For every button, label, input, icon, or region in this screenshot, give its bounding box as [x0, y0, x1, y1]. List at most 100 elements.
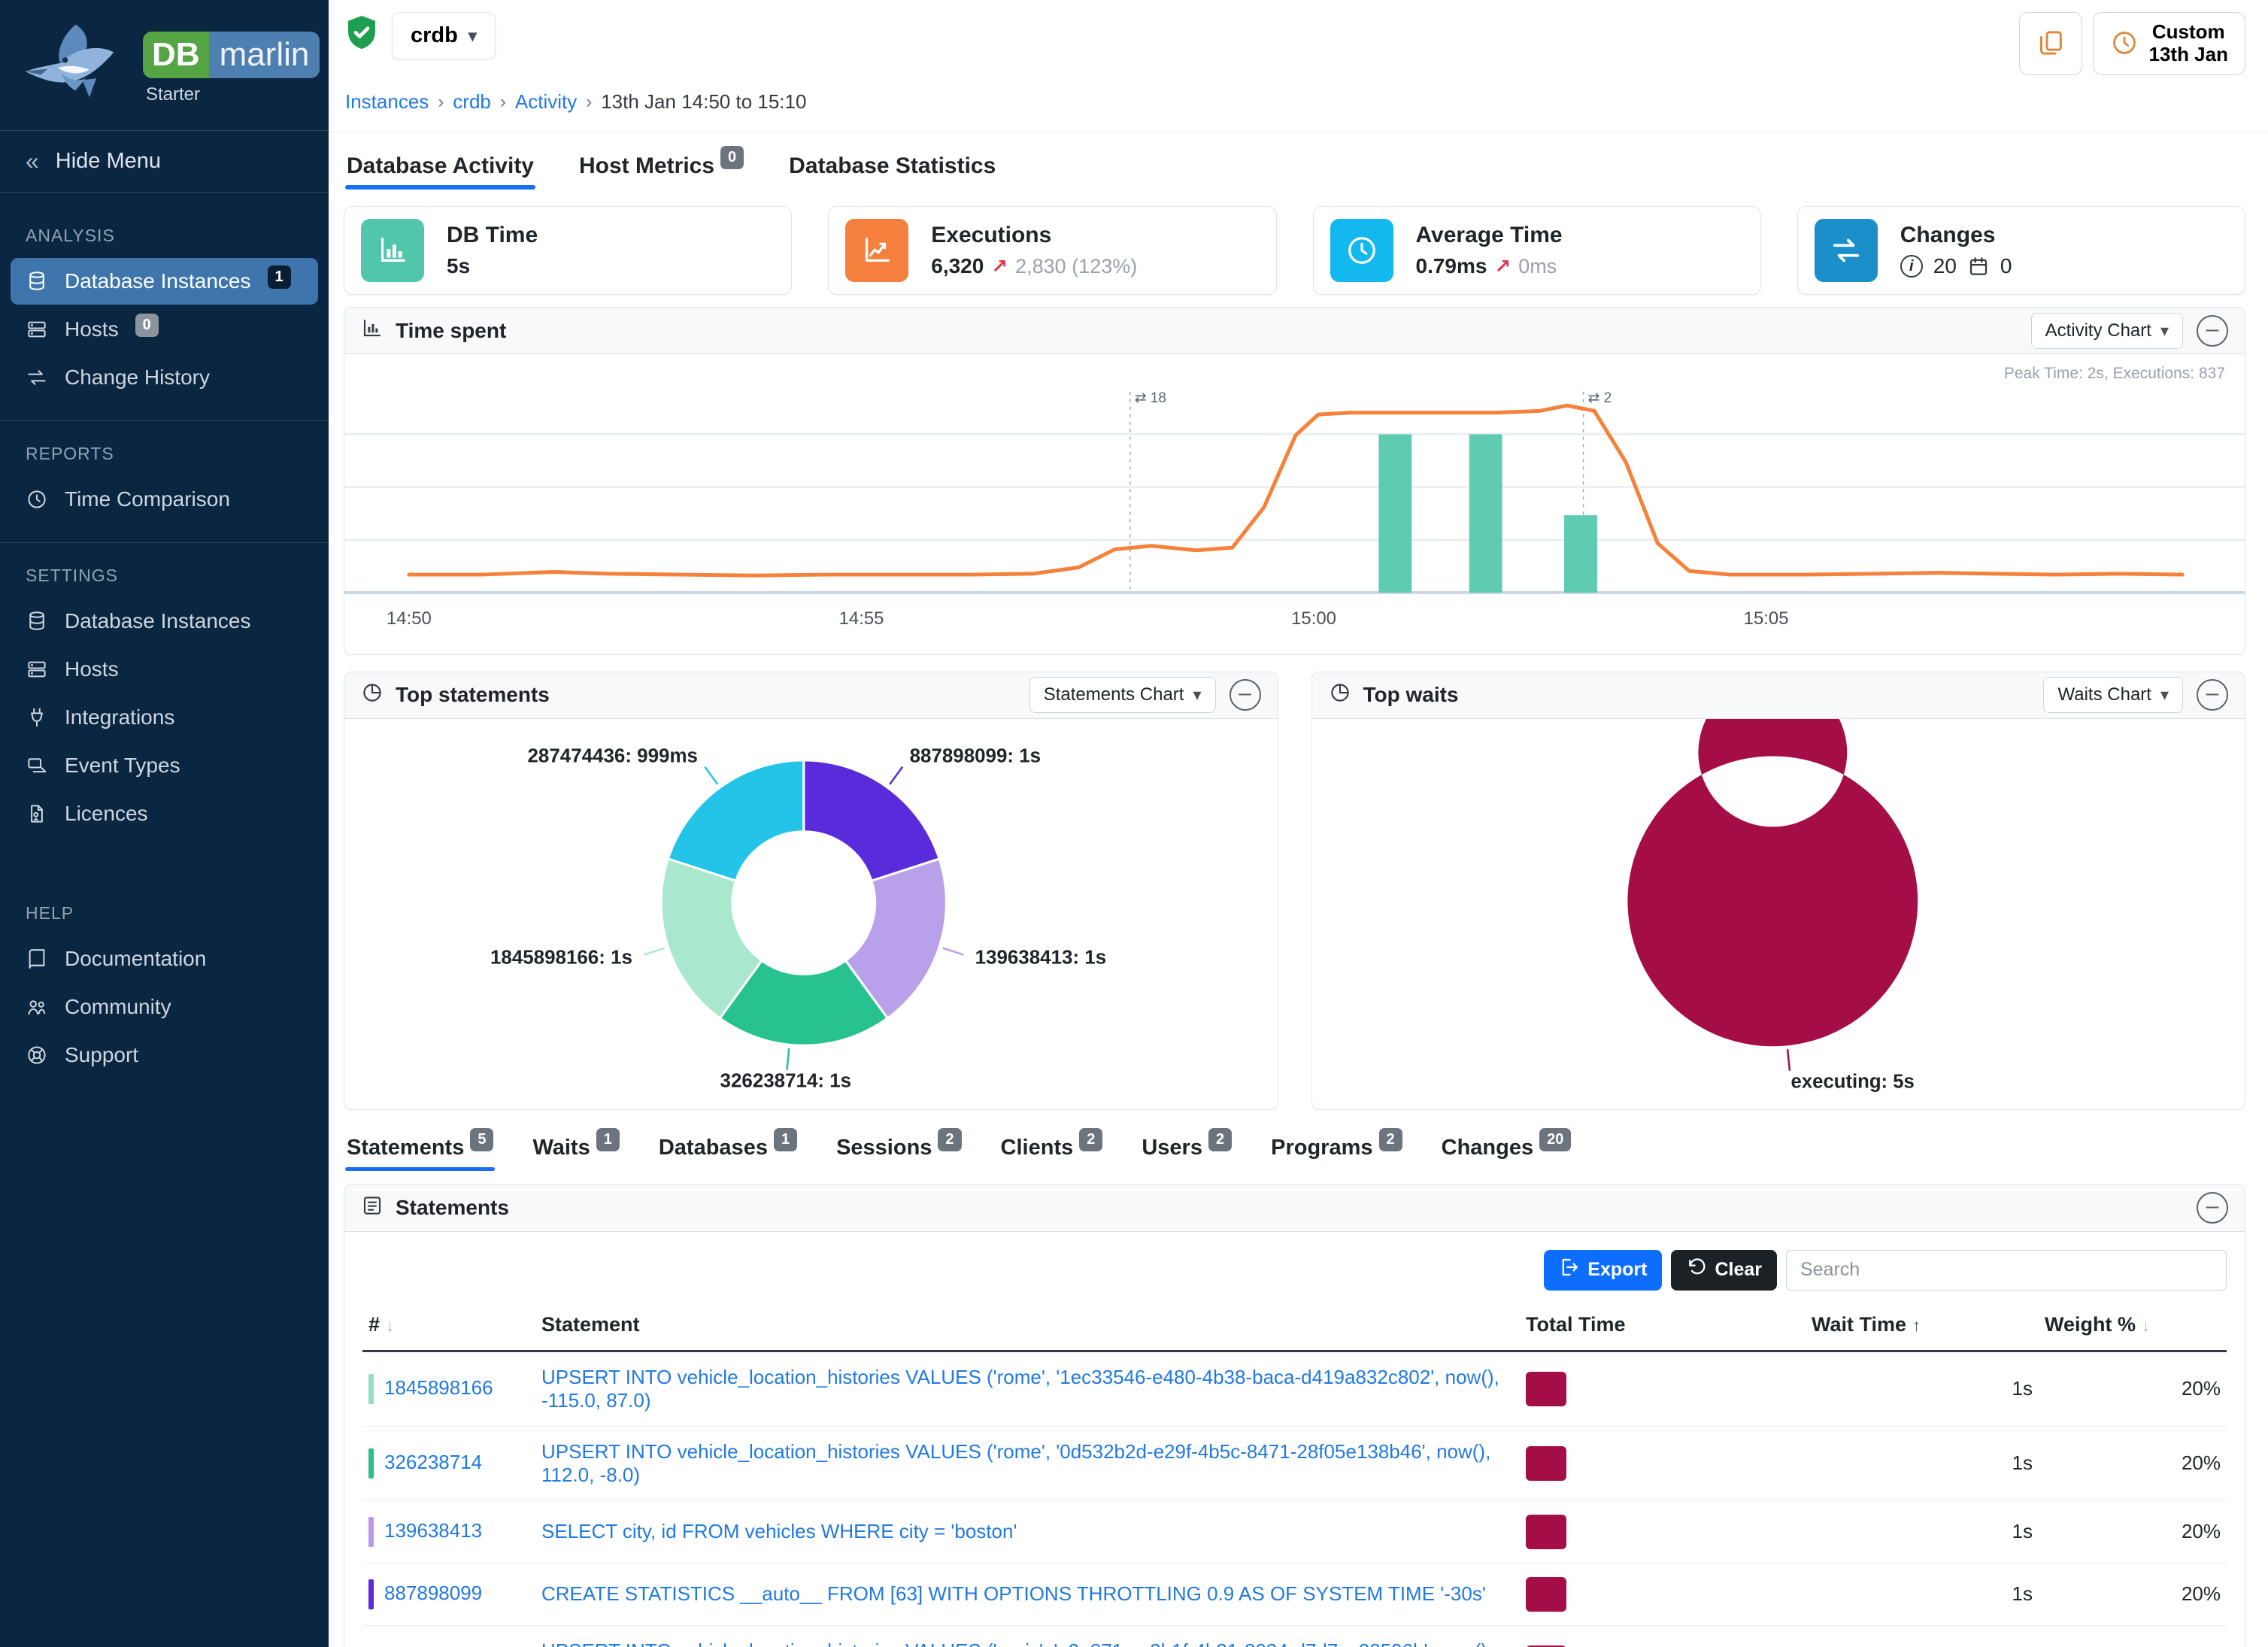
breadcrumb-activity[interactable]: Activity	[515, 90, 577, 114]
time-range-button[interactable]: Custom 13th Jan	[2093, 12, 2246, 75]
tab-host-metrics[interactable]: Host Metrics0	[578, 147, 745, 194]
col-header-id[interactable]: #↓	[362, 1306, 535, 1351]
tab-sessions[interactable]: Sessions2	[835, 1130, 963, 1172]
collapse-panel-button[interactable]: –	[2197, 679, 2228, 711]
col-header-wait-time[interactable]: Wait Time↑	[1806, 1306, 2039, 1351]
tab-database-activity[interactable]: Database Activity	[345, 147, 535, 194]
brand-badge: DBmarlin	[143, 32, 320, 78]
brand-logo[interactable]: DBmarlin Starter	[0, 0, 329, 130]
hide-menu-button[interactable]: « Hide Menu	[0, 130, 329, 193]
tab-statements[interactable]: Statements5	[345, 1130, 495, 1172]
kpi-changes: Changes i 20 0	[1797, 206, 2245, 295]
statements-chart-dropdown[interactable]: Statements Chart ▾	[1029, 677, 1216, 713]
collapse-panel-button[interactable]: –	[1230, 679, 1261, 711]
activity-chart-dropdown[interactable]: Activity Chart ▾	[2031, 313, 2183, 349]
sort-icon: ↓	[2142, 1316, 2150, 1335]
export-button[interactable]: Export	[1544, 1250, 1662, 1291]
sidebar-item-label: Licences	[65, 802, 148, 826]
app-root: DBmarlin Starter « Hide Menu ANALYSISDat…	[0, 0, 2268, 1647]
breadcrumb-instance[interactable]: crdb	[453, 90, 491, 114]
instance-selector[interactable]: crdb ▾	[392, 12, 496, 59]
sidebar-section-settings: SETTINGSDatabase InstancesHostsIntegrati…	[0, 542, 329, 846]
breadcrumb-timerange: 13th Jan 14:50 to 15:10	[601, 90, 806, 114]
total-time-bar	[1526, 1446, 1566, 1481]
top-waits-panel: Top waits Waits Chart ▾ – executing: 5s	[1311, 672, 2246, 1110]
col-header-statement[interactable]: Statement	[535, 1306, 1520, 1351]
kpi-event-count: 0	[2000, 254, 2012, 278]
wait-time-value: 1s	[1806, 1563, 2039, 1625]
statement-id-link[interactable]: 326238714	[384, 1451, 482, 1473]
collapse-panel-button[interactable]: –	[2197, 1192, 2228, 1224]
statement-text-link[interactable]: CREATE STATISTICS __auto__ FROM [63] WIT…	[541, 1582, 1486, 1605]
tab-databases[interactable]: Databases1	[657, 1130, 799, 1172]
clock-icon	[26, 488, 50, 511]
time-spent-chart-area: Peak Time: 2s, Executions: 837 ⇄ 18⇄ 214…	[344, 354, 2245, 654]
statement-id-link[interactable]: 139638413	[384, 1519, 482, 1542]
sort-icon: ↓	[386, 1316, 394, 1335]
top-statements-donut[interactable]: 887898099: 1s139638413: 1s326238714: 1s1…	[344, 719, 1278, 1109]
sidebar-section-reports: REPORTSTime Comparison	[0, 420, 329, 532]
statement-text-link[interactable]: UPSERT INTO vehicle_location_histories V…	[541, 1366, 1499, 1412]
table-row: 287474436UPSERT INTO vehicle_location_hi…	[362, 1625, 2227, 1647]
tab-database-statistics[interactable]: Database Statistics	[787, 147, 997, 194]
sidebar-item-time-comparison[interactable]: Time Comparison	[11, 476, 318, 523]
count-badge: 2	[1379, 1128, 1402, 1151]
waits-chart-dropdown[interactable]: Waits Chart ▾	[2043, 677, 2183, 713]
col-header-total-time[interactable]: Total Time	[1520, 1306, 1806, 1351]
sidebar-item-label: Change History	[65, 365, 210, 390]
statement-id-link[interactable]: 887898099	[384, 1582, 482, 1604]
sidebar-item-change-history[interactable]: Change History	[11, 354, 318, 401]
sidebar-item-database-instances[interactable]: Database Instances	[11, 598, 318, 645]
people-icon	[26, 996, 50, 1018]
list-icon	[361, 1194, 384, 1222]
time-range-mode: Custom	[2149, 21, 2229, 44]
copy-link-button[interactable]	[2019, 12, 2082, 75]
top-waits-donut[interactable]: executing: 5s	[1312, 719, 2245, 1106]
info-icon[interactable]: i	[1900, 255, 1923, 278]
tab-users[interactable]: Users2	[1140, 1130, 1233, 1172]
breadcrumb-separator: ›	[500, 92, 506, 113]
sidebar-section-label: REPORTS	[0, 433, 329, 475]
statement-text-link[interactable]: UPSERT INTO vehicle_location_histories V…	[541, 1639, 1493, 1647]
time-spent-chart[interactable]: ⇄ 18⇄ 214:5014:5515:0015:05	[344, 354, 2245, 654]
plug-icon	[26, 706, 50, 729]
weight-value: 20%	[2039, 1625, 2227, 1647]
tab-changes[interactable]: Changes20	[1440, 1130, 1573, 1172]
clear-button[interactable]: Clear	[1671, 1250, 1777, 1291]
shield-check-icon	[344, 14, 380, 57]
sidebar-item-label: Database Instances	[65, 609, 251, 633]
donut-slice-label: 326238714: 1s	[720, 1070, 852, 1091]
tab-clients[interactable]: Clients2	[999, 1130, 1105, 1172]
statement-text-link[interactable]: SELECT city, id FROM vehicles WHERE city…	[541, 1520, 1017, 1542]
tab-label: Database Activity	[347, 153, 534, 179]
sidebar-item-label: Event Types	[65, 754, 180, 778]
sidebar-item-licences[interactable]: Licences	[11, 790, 318, 837]
sidebar-item-support[interactable]: Support	[11, 1032, 318, 1078]
sidebar-item-hosts[interactable]: Hosts	[11, 646, 318, 693]
kpi-value: 6,320	[931, 254, 984, 278]
sidebar-item-community[interactable]: Community	[11, 984, 318, 1030]
svg-text:15:05: 15:05	[1744, 608, 1789, 629]
donut-slice-label: executing: 5s	[1790, 1071, 1914, 1092]
search-input[interactable]	[1786, 1250, 2227, 1291]
tab-programs[interactable]: Programs2	[1269, 1130, 1404, 1172]
breadcrumb-instances[interactable]: Instances	[345, 90, 429, 114]
tab-waits[interactable]: Waits1	[531, 1130, 620, 1172]
top-statements-panel: Top statements Statements Chart ▾ – 8878…	[344, 672, 1278, 1110]
statement-id-link[interactable]: 1845898166	[384, 1376, 493, 1399]
collapse-panel-button[interactable]: –	[2197, 315, 2228, 347]
col-header-weight[interactable]: Weight %↓	[2039, 1306, 2227, 1351]
sidebar-item-documentation[interactable]: Documentation	[11, 936, 318, 982]
statement-text-link[interactable]: UPSERT INTO vehicle_location_histories V…	[541, 1440, 1490, 1486]
refresh-ccw-icon	[1686, 1257, 1707, 1283]
wait-time-value: 1s	[1806, 1351, 2039, 1426]
kpi-value: 0.79ms	[1416, 254, 1487, 278]
breadcrumb-separator: ›	[438, 92, 444, 113]
sidebar-item-hosts[interactable]: Hosts0	[11, 306, 318, 353]
sidebar-section-label: HELP	[0, 893, 329, 934]
sidebar-item-integrations[interactable]: Integrations	[11, 694, 318, 741]
sidebar-item-database-instances[interactable]: Database Instances1	[11, 258, 318, 305]
count-badge: 0	[135, 314, 159, 337]
donut-slice-label: 287474436: 999ms	[528, 745, 698, 766]
sidebar-item-event-types[interactable]: Event Types	[11, 742, 318, 789]
